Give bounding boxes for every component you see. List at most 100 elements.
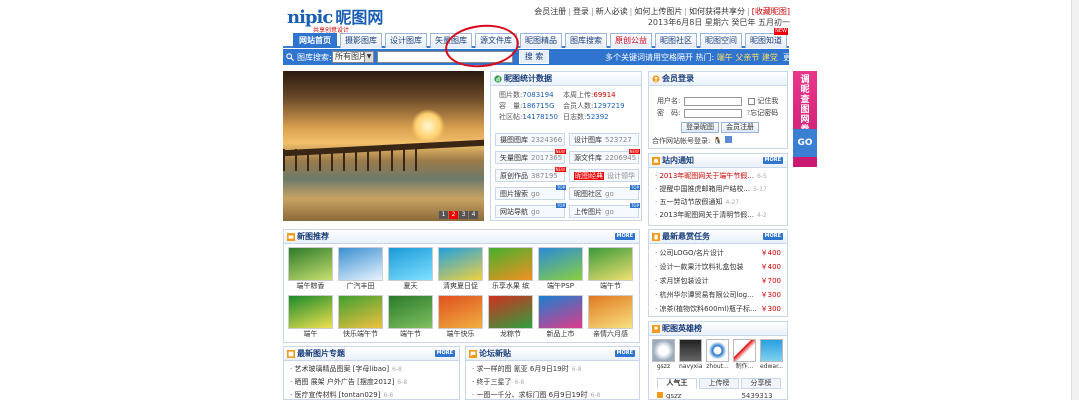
list-item[interactable]: · 医疗宣传材料 [tontan029] 6-8 bbox=[290, 389, 459, 399]
task-more-button[interactable]: MORE bbox=[762, 233, 783, 240]
cat-site-nav[interactable]: 网站导航 go TOP bbox=[495, 203, 566, 218]
list-item[interactable]: · 五一劳动节放假通知 4-27 bbox=[655, 196, 787, 209]
rank-user[interactable]: edwar... bbox=[760, 339, 783, 371]
thumbnail[interactable]: 端午节 bbox=[388, 295, 433, 340]
tab-photo[interactable]: 摄影图库 bbox=[340, 33, 382, 48]
pager-3[interactable]: 3 bbox=[459, 211, 468, 219]
cat-design[interactable]: 设计图库 523727 bbox=[569, 133, 639, 146]
cat-badge: TOP bbox=[555, 185, 566, 190]
password-input[interactable] bbox=[684, 108, 743, 118]
notice-more-button[interactable]: MORE bbox=[762, 157, 783, 164]
list-item[interactable]: · 公司LOGO/名片设计 ￥400 bbox=[655, 246, 787, 260]
page-scrollbar[interactable] bbox=[1071, 0, 1079, 400]
list-item[interactable]: · 晒图 展架 户外广告 [摆度2012] 6-8 bbox=[290, 376, 459, 389]
thumbnail-image bbox=[488, 247, 533, 281]
thumbnail[interactable]: 端午 bbox=[288, 295, 333, 340]
tab-popularity[interactable]: 人气王 bbox=[657, 378, 697, 389]
thumbnail[interactable]: 快乐端午节 bbox=[338, 295, 383, 340]
hot-more-link[interactable]: 更多... bbox=[783, 53, 807, 62]
cat-upload[interactable]: 上传图片 go TOP bbox=[569, 203, 640, 218]
qq-icon[interactable]: 🐧 bbox=[713, 137, 722, 145]
upload-help-link[interactable]: 如何上传图片 bbox=[634, 7, 682, 16]
list-item[interactable]: · 终于三星了 6-8 bbox=[472, 376, 639, 389]
survey-ad[interactable]: 调昵查图网卷 GO bbox=[793, 71, 817, 167]
thumbnail-image bbox=[538, 295, 583, 329]
tab-design[interactable]: 设计图库 bbox=[385, 33, 427, 48]
cat-original[interactable]: 原创作品 387195 NEW bbox=[495, 167, 566, 182]
list-item[interactable]: · 求一样的图 氰亚 6月9日19时 6-8 bbox=[472, 363, 639, 376]
thumbnail[interactable]: 夏天 bbox=[388, 247, 433, 292]
cat-vector[interactable]: 矢量图库 2017365 NEW bbox=[495, 149, 566, 164]
forum-more-button[interactable]: MORE bbox=[614, 350, 635, 357]
newimg-more-button[interactable]: MORE bbox=[614, 233, 635, 240]
thumbnail[interactable]: 端午粽香 bbox=[288, 247, 333, 292]
register-link[interactable]: 会员注册 bbox=[534, 7, 566, 16]
forgot-password-link[interactable]: 忘记密码 bbox=[750, 109, 778, 117]
hot-keyword-2[interactable]: 父亲节 bbox=[735, 53, 759, 62]
username-input[interactable] bbox=[684, 96, 743, 106]
tab-original[interactable]: 原创公益 bbox=[610, 33, 652, 48]
cat-num: 2017365 bbox=[531, 154, 563, 162]
list-item[interactable]: · 2013年昵图网关于清明节假... 4-2 bbox=[655, 209, 787, 222]
list-item[interactable]: · 2013年昵图网关于端午节假... 6-5 bbox=[655, 170, 787, 183]
latest-topics: 最新图片专题 MORE · 艺术玻璃精品图案 [字母libao] 6-8 · 晒图 … bbox=[283, 346, 460, 400]
stat-week: 69914 bbox=[593, 91, 616, 99]
list-item[interactable]: · 提醒中国推虎邮箱用户结校... 5-17 bbox=[655, 183, 787, 196]
register-button[interactable]: 会员注册 bbox=[721, 122, 759, 133]
pager-1[interactable]: 1 bbox=[439, 211, 448, 219]
thumbnail[interactable]: 清爽夏日促 bbox=[438, 247, 483, 292]
earn-points-link[interactable]: 如何获得共享分 bbox=[689, 7, 745, 16]
rank-user[interactable]: gszz bbox=[652, 339, 675, 371]
guide-link[interactable]: 新人必读 bbox=[596, 7, 628, 16]
bookmark-link[interactable]: [收藏昵图] bbox=[752, 7, 790, 16]
tab-community[interactable]: 昵图社区 bbox=[655, 33, 697, 48]
thumbnail[interactable]: 新品上市 bbox=[538, 295, 583, 340]
cat-classic[interactable]: 昵图经典 设计领华 bbox=[569, 169, 639, 182]
tab-boutique[interactable]: 昵图精品 bbox=[520, 33, 562, 48]
list-item[interactable]: · 设计一款果汁饮料礼盒包装 ￥400 bbox=[655, 260, 787, 274]
cat-community[interactable]: 昵图社区 go TOP bbox=[569, 185, 640, 200]
rank-user[interactable]: zhout... bbox=[706, 339, 729, 371]
latest-more-button[interactable]: MORE bbox=[434, 350, 455, 357]
ad-go-button[interactable]: GO bbox=[793, 129, 817, 157]
tab-search[interactable]: 图库搜索 bbox=[565, 33, 607, 48]
tab-share-rank[interactable]: 分享榜 bbox=[741, 378, 781, 389]
list-item[interactable]: · 求月饼包装设计 ￥700 bbox=[655, 274, 787, 288]
rank-user[interactable]: 制作... bbox=[733, 339, 756, 371]
weibo-icon[interactable] bbox=[725, 136, 733, 143]
thumbnail[interactable]: 端午PSP bbox=[538, 247, 583, 292]
hot-keyword-1[interactable]: 端午 bbox=[717, 53, 733, 62]
thumbnail[interactable]: 端午快乐 bbox=[438, 295, 483, 340]
login-link[interactable]: 登录 bbox=[573, 7, 589, 16]
list-item[interactable]: · 杭州华尔谭贸易有限公司log... ￥300 bbox=[655, 288, 787, 302]
thumbnail-caption: 新品上市 bbox=[546, 330, 575, 338]
list-item[interactable]: · 艺术玻璃精品图案 [字母libao] 6-8 bbox=[290, 363, 459, 376]
remember-checkbox[interactable] bbox=[748, 97, 756, 105]
list-item[interactable]: · 凉茶(植物饮料600ml)瓶子标... ￥300 bbox=[655, 302, 787, 316]
rank-top-row[interactable]: gszz 5439313 bbox=[657, 392, 773, 399]
thumbnail[interactable]: 端午节 bbox=[588, 247, 633, 292]
featured-slideshow[interactable]: 1 2 3 4 bbox=[283, 71, 484, 221]
cat-photo[interactable]: 摄图图库 2324366 bbox=[495, 133, 565, 146]
main-nav: 网站首页 摄影图库 设计图库 矢量图库 源文件库 昵图精品 图库搜索 原创公益 … bbox=[283, 28, 789, 48]
thumbnail[interactable]: 亲情六月感 bbox=[588, 295, 633, 340]
list-item[interactable]: · 一图一千分、求标门图 6月9日19时 6-8 bbox=[472, 389, 639, 399]
tab-space[interactable]: 昵图空间 bbox=[700, 33, 742, 48]
user-icon bbox=[652, 75, 660, 83]
pager-4[interactable]: 4 bbox=[469, 211, 478, 219]
hot-keyword-3[interactable]: 建党 bbox=[762, 53, 778, 62]
tab-upload-rank[interactable]: 上传榜 bbox=[699, 378, 739, 389]
thumbnail[interactable]: 广汽丰田 bbox=[338, 247, 383, 292]
rank-user[interactable]: navyxia bbox=[679, 339, 702, 371]
search-button[interactable]: 搜 索 bbox=[519, 50, 549, 64]
tab-knowledge[interactable]: 昵图知道 NEW bbox=[745, 28, 788, 48]
cat-source[interactable]: 源文件库 2206945 NEW bbox=[569, 149, 640, 164]
site-logo[interactable]: nipic 昵图网 共享创意设计 bbox=[287, 4, 387, 34]
thumbnail[interactable]: 龙粽节 bbox=[488, 295, 533, 340]
thumbnail[interactable]: 乐享水果 缤 bbox=[488, 247, 533, 292]
login-button[interactable]: 登录昵图 bbox=[681, 122, 719, 133]
cat-image-search[interactable]: 图片搜索 go TOP bbox=[495, 185, 566, 200]
search-category-select[interactable]: 所有图片 ▼ bbox=[332, 51, 374, 63]
tab-home[interactable]: 网站首页 bbox=[293, 33, 337, 48]
pager-2[interactable]: 2 bbox=[449, 211, 458, 219]
